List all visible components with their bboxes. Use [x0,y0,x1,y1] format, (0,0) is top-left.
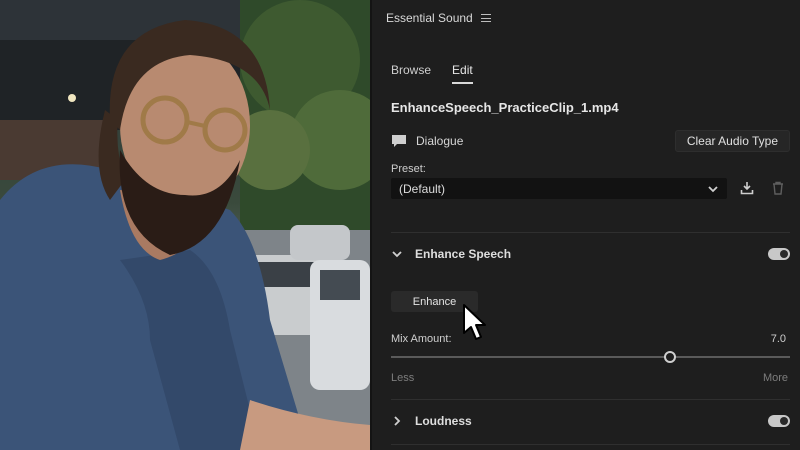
essential-sound-panel: Essential Sound Browse Edit EnhanceSpeec… [370,0,800,450]
chevron-down-icon [708,185,718,192]
clear-audio-type-button[interactable]: Clear Audio Type [674,130,790,152]
panel-header: Essential Sound [386,11,491,25]
tab-browse[interactable]: Browse [391,63,431,84]
preset-dropdown[interactable]: (Default) [391,178,727,199]
divider [391,399,790,400]
enhance-speech-title: Enhance Speech [415,247,512,261]
divider [391,232,790,233]
loudness-toggle[interactable] [768,415,790,427]
enhance-speech-toggle[interactable] [768,248,790,260]
mouse-pointer-icon [463,304,486,340]
chevron-right-icon [394,416,401,426]
panel-tabs: Browse Edit [391,63,473,84]
panel-title: Essential Sound [386,11,473,25]
panel-menu-icon[interactable] [480,14,491,22]
chevron-down-icon [392,251,402,258]
save-preset-icon[interactable] [740,181,754,195]
mix-amount-label: Mix Amount: [391,333,452,345]
loudness-title: Loudness [415,414,472,428]
preset-label: Preset: [391,163,426,175]
clip-name: EnhanceSpeech_PracticeClip_1.mp4 [391,100,619,115]
audio-type-label: Dialogue [416,134,464,148]
mix-amount-slider[interactable] [391,351,790,363]
slider-max-label: More [762,372,788,384]
video-frame-image [0,0,370,450]
tab-edit[interactable]: Edit [452,63,473,84]
audio-type-row: Dialogue Clear Audio Type [391,130,790,152]
enhance-speech-header[interactable]: Enhance Speech [391,244,790,264]
speech-bubble-icon [392,135,406,147]
mix-amount-value: 7.0 [770,333,786,345]
video-preview [0,0,370,450]
divider [391,444,790,445]
preset-value: (Default) [399,181,446,196]
slider-min-label: Less [391,372,415,384]
delete-preset-icon[interactable] [771,181,785,195]
loudness-header[interactable]: Loudness [391,411,790,431]
slider-track [391,356,790,358]
slider-thumb[interactable] [664,351,677,363]
